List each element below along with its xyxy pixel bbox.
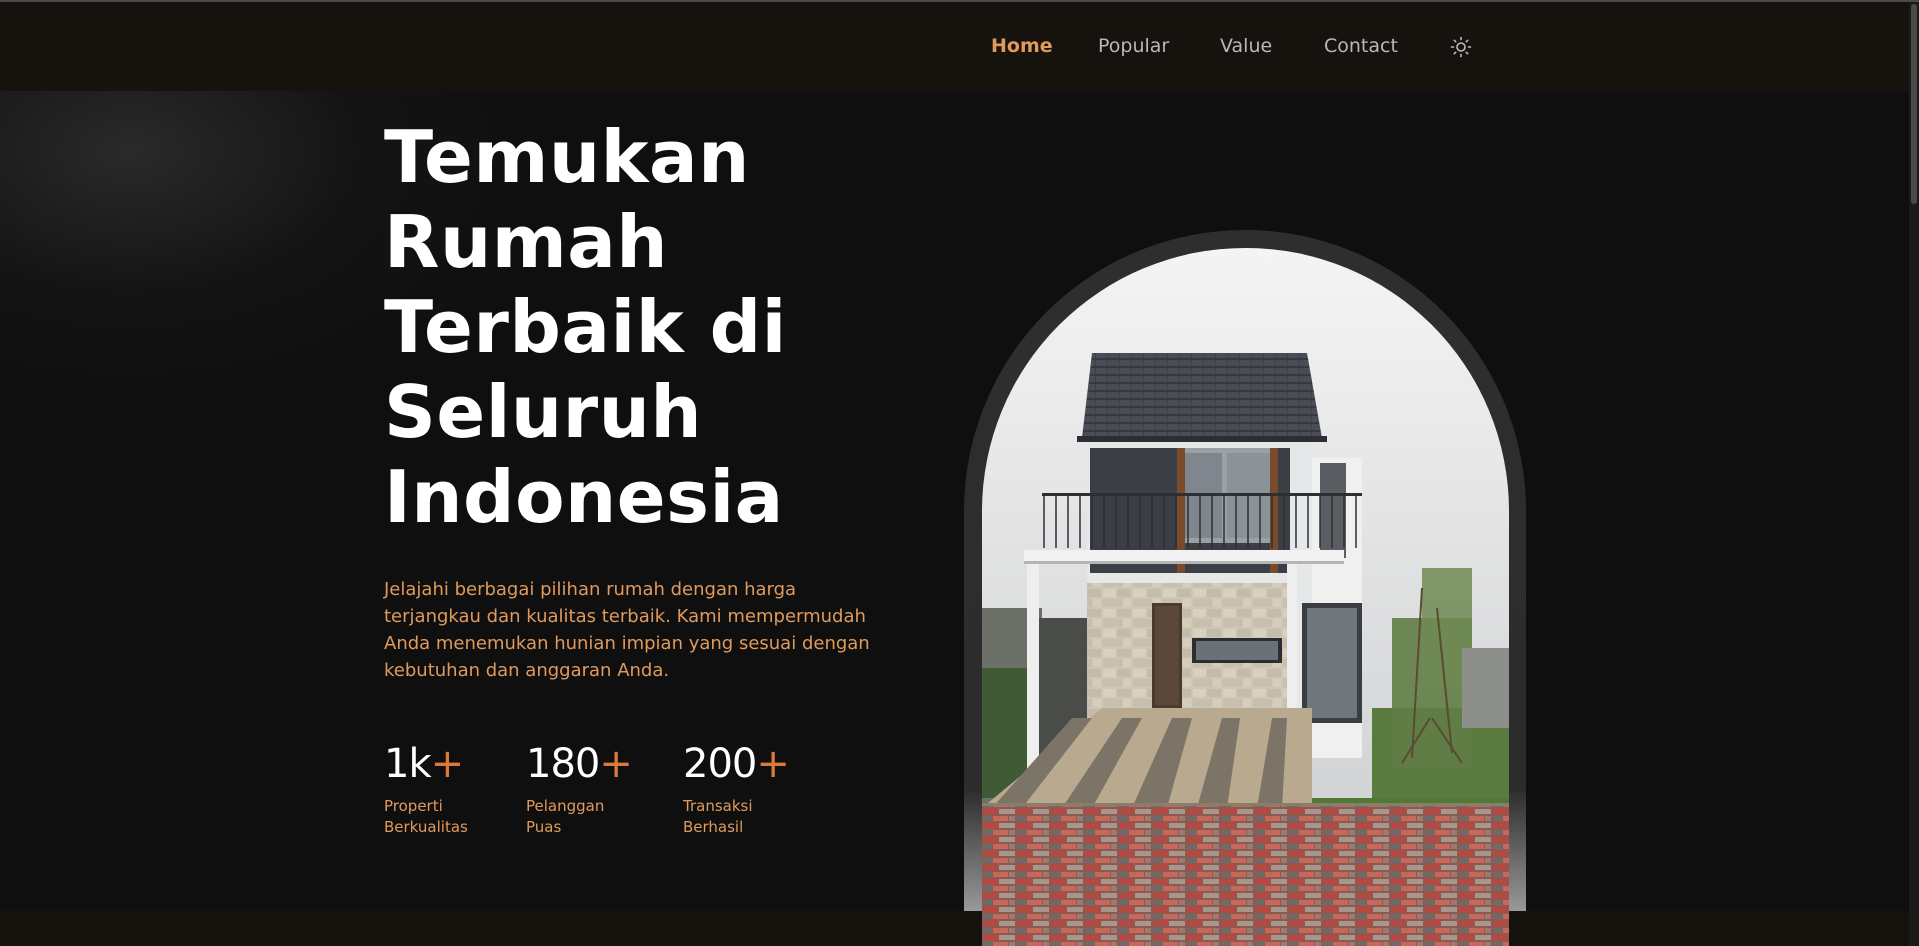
stat-pelanggan: 180+ Pelanggan Puas (526, 740, 636, 838)
stat-label: Properti Berkualitas (384, 797, 468, 836)
hero-title-line: Temukan (384, 115, 750, 199)
stat-plus: + (756, 741, 790, 787)
hero-section (0, 91, 1919, 911)
footer-band (0, 911, 1919, 946)
theme-toggle-button[interactable] (1449, 35, 1473, 59)
stat-number: 200 (683, 741, 757, 787)
stat-number-row: 180+ (526, 740, 636, 788)
scrollbar-thumb[interactable] (1911, 4, 1917, 204)
nav-home[interactable]: Home (991, 35, 1053, 57)
hero-title-line: Seluruh (384, 370, 703, 454)
stat-plus: + (430, 741, 465, 787)
nav-value[interactable]: Value (1220, 35, 1272, 57)
hero-house-image (982, 248, 1509, 946)
vertical-scrollbar[interactable] (1909, 2, 1919, 946)
stat-plus: + (599, 741, 633, 787)
stat-transaksi: 200+ Transaksi Berhasil (683, 740, 793, 838)
stat-number: 1k (384, 741, 432, 787)
hero-description: Jelajahi berbagai pilihan rumah dengan h… (384, 579, 870, 681)
stat-label: Transaksi Berhasil (683, 797, 753, 836)
site-header: Home Popular Value Contact (0, 2, 1919, 91)
sun-icon (1450, 36, 1472, 58)
stat-number: 180 (526, 741, 600, 787)
stat-number-row: 1k+ (384, 740, 494, 788)
hero-title-line: Terbaik di (384, 285, 787, 369)
stat-properti: 1k+ Properti Berkualitas (384, 740, 494, 838)
stat-label: Pelanggan Puas (526, 797, 605, 836)
stat-number-row: 200+ (683, 740, 793, 788)
nav-contact[interactable]: Contact (1324, 35, 1398, 57)
hero-title-line: Indonesia (384, 455, 784, 539)
hero-title: Temukan Rumah Terbaik di Seluruh Indones… (384, 115, 904, 540)
hero-title-line: Rumah (384, 200, 669, 284)
nav-popular[interactable]: Popular (1098, 35, 1169, 57)
